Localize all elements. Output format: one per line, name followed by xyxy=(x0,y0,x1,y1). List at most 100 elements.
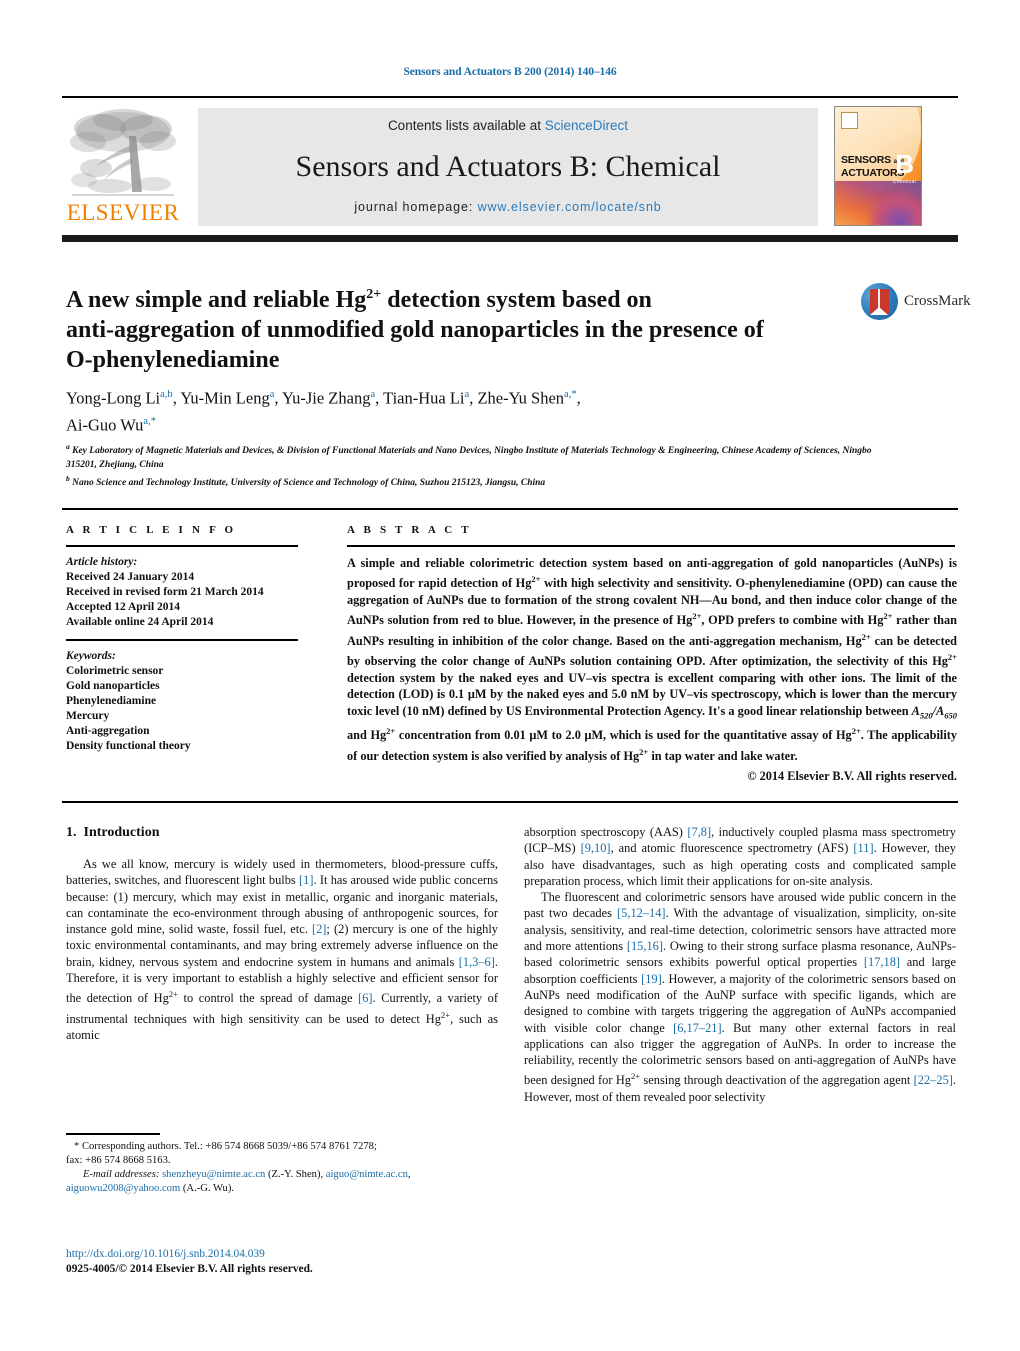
sciencedirect-link[interactable]: ScienceDirect xyxy=(545,118,628,133)
running-head: Sensors and Actuators B 200 (2014) 140–1… xyxy=(403,66,617,78)
para-seg: absorption spectroscopy (AAS) xyxy=(524,825,688,839)
email-owner-1: (Z.-Y. Shen), xyxy=(265,1169,326,1180)
abstract-heading: A B S T R A C T xyxy=(347,524,472,536)
footnote-rule xyxy=(66,1133,160,1135)
keywords-divider xyxy=(66,639,298,641)
author-5: , Zhe-Yu Shen xyxy=(469,388,565,408)
article-history-label: Article history: xyxy=(66,556,138,568)
citation-ref[interactable]: [19] xyxy=(641,972,662,986)
affiliation-b-text: Nano Science and Technology Institute, U… xyxy=(69,478,546,489)
history-item: Available online 24 April 2014 xyxy=(66,616,214,628)
paragraph: absorption spectroscopy (AAS) [7,8], ind… xyxy=(524,824,956,889)
email-link-3[interactable]: aiguowu2008@yahoo.com xyxy=(66,1183,180,1194)
corresponding-author-note: * Corresponding authors. Tel.: +86 574 8… xyxy=(74,1141,377,1152)
abstract-seg-6: detection system by the naked eyes and U… xyxy=(347,670,957,718)
author-separator: , xyxy=(576,388,581,408)
title-part-1b: detection system based on xyxy=(381,287,652,313)
author-3: , Yu-Jie Zhang xyxy=(274,388,371,408)
author-5-affil: a,* xyxy=(564,389,577,400)
footnotes: * Corresponding authors. Tel.: +86 574 8… xyxy=(66,1140,498,1196)
keyword-item: Phenylenediamine xyxy=(66,695,157,707)
history-item: Received 24 January 2014 xyxy=(66,571,195,583)
citation-ref[interactable]: [2] xyxy=(312,922,326,936)
title-superscript-1: 2+ xyxy=(366,287,382,302)
cover-letter-b: B xyxy=(895,149,914,179)
article-history-block: Article history: Received 24 January 201… xyxy=(66,555,298,630)
contents-available-line: Contents lists available at ScienceDirec… xyxy=(198,118,818,133)
email-note: E-mail addresses: shenzheyu@nimte.ac.cn … xyxy=(66,1168,498,1196)
email-link-2[interactable]: aiguo@nimte.ac.cn xyxy=(326,1169,408,1180)
keywords-block: Keywords: Colorimetric sensor Gold nanop… xyxy=(66,649,298,754)
section-title: Introduction xyxy=(83,825,160,840)
keywords-label: Keywords: xyxy=(66,650,116,662)
abstract-sup-5: 2+ xyxy=(947,652,957,663)
abstract-sup-4: 2+ xyxy=(861,631,871,642)
history-item: Received in revised form 21 March 2014 xyxy=(66,586,264,598)
keyword-item: Anti-aggregation xyxy=(66,725,150,737)
doi-link[interactable]: http://dx.doi.org/10.1016/j.snb.2014.04.… xyxy=(66,1247,498,1262)
crossmark-label: CrossMark xyxy=(904,293,971,309)
doi-block: http://dx.doi.org/10.1016/j.snb.2014.04.… xyxy=(66,1247,498,1277)
author-6-affil: a,* xyxy=(143,415,156,427)
citation-ref[interactable]: [15,16] xyxy=(627,939,663,953)
abstract-seg-10: in tap water and lake water. xyxy=(648,749,798,764)
abstract-text: A simple and reliable colorimetric detec… xyxy=(347,555,957,764)
title-part-1: A new simple and reliable Hg xyxy=(66,287,367,313)
keyword-item: Mercury xyxy=(66,710,110,722)
paragraph: The fluorescent and colorimetric sensors… xyxy=(524,889,956,1105)
citation-ref[interactable]: [22–25] xyxy=(914,1074,953,1088)
crossmark-icon xyxy=(861,283,898,320)
charge-superscript: 2+ xyxy=(630,1071,641,1082)
article-info-heading: A R T I C L E I N F O xyxy=(66,524,237,536)
journal-article-page: Sensors and Actuators B 200 (2014) 140–1… xyxy=(0,0,1020,1351)
citation-ref[interactable]: [1] xyxy=(299,873,313,887)
crossmark-fold-shape xyxy=(870,307,888,315)
author-1-affil: a,b xyxy=(160,389,173,400)
cover-subtitle: Chemical xyxy=(892,179,916,185)
abstract-ratio-sub2: 650 xyxy=(944,710,957,721)
homepage-url[interactable]: www.elsevier.com/locate/snb xyxy=(478,200,662,214)
abstract-seg-3: , OPD prefers to combine with Hg xyxy=(701,613,884,628)
charge-superscript: 2+ xyxy=(440,1009,451,1020)
elsevier-wordmark: ELSEVIER xyxy=(66,200,180,225)
article-info-column: A R T I C L E I N F O Article history: R… xyxy=(66,524,298,754)
article-info-divider xyxy=(66,545,298,547)
journal-banner: Contents lists available at ScienceDirec… xyxy=(198,108,818,226)
email-owner-2: (A.-G. Wu). xyxy=(180,1183,235,1194)
info-section-rule xyxy=(62,508,958,510)
abstract-sup-8: 2+ xyxy=(639,746,649,757)
email-separator: , xyxy=(407,1169,411,1180)
author-list: Yong-Long Lia,b, Yu-Min Lenga, Yu-Jie Zh… xyxy=(66,383,866,436)
citation-ref[interactable]: [9,10] xyxy=(581,841,611,855)
contents-prefix: Contents lists available at xyxy=(387,118,545,133)
email-link-1[interactable]: shenzheyu@nimte.ac.cn xyxy=(162,1169,265,1180)
para-seg: sensing through deactivation of the aggr… xyxy=(640,1073,914,1088)
cover-line1: SENSORS xyxy=(841,154,891,166)
author-6: Ai-Guo Wu xyxy=(66,415,144,434)
citation-ref[interactable]: [11] xyxy=(853,841,873,855)
citation-ref[interactable]: [17,18] xyxy=(864,955,900,969)
crossmark-badge[interactable]: CrossMark xyxy=(861,283,971,323)
cover-elsevier-mark xyxy=(841,112,858,129)
affiliation-a-text: Key Laboratory of Magnetic Materials and… xyxy=(66,446,872,470)
abstract-ratio-a: A xyxy=(911,703,920,718)
affiliations: a Key Laboratory of Magnetic Materials a… xyxy=(66,440,896,491)
homepage-label: journal homepage: xyxy=(354,200,474,214)
journal-masthead: ELSEVIER Contents lists available at Sci… xyxy=(62,102,958,230)
journal-homepage-line: journal homepage: www.elsevier.com/locat… xyxy=(198,200,818,214)
abstract-ratio-sub1: 520 xyxy=(919,710,933,721)
abstract-sup-6: 2+ xyxy=(386,726,396,737)
author-2: , Yu-Min Leng xyxy=(172,388,270,408)
elsevier-tree-icon xyxy=(70,109,176,196)
abstract-ratio-slash: /A xyxy=(932,703,945,718)
citation-ref[interactable]: [1,3–6] xyxy=(459,955,495,969)
cover-bottom-accent xyxy=(867,191,921,225)
email-label: E-mail addresses: xyxy=(83,1169,160,1180)
masthead-bottom-rule xyxy=(62,235,958,242)
abstract-divider xyxy=(347,545,955,547)
citation-ref[interactable]: [6] xyxy=(358,992,372,1006)
citation-ref[interactable]: [7,8] xyxy=(687,825,711,839)
author-1: Yong-Long Li xyxy=(66,388,161,408)
citation-ref[interactable]: [5,12–14] xyxy=(617,906,666,920)
citation-ref[interactable]: [6,17–21] xyxy=(673,1021,722,1035)
